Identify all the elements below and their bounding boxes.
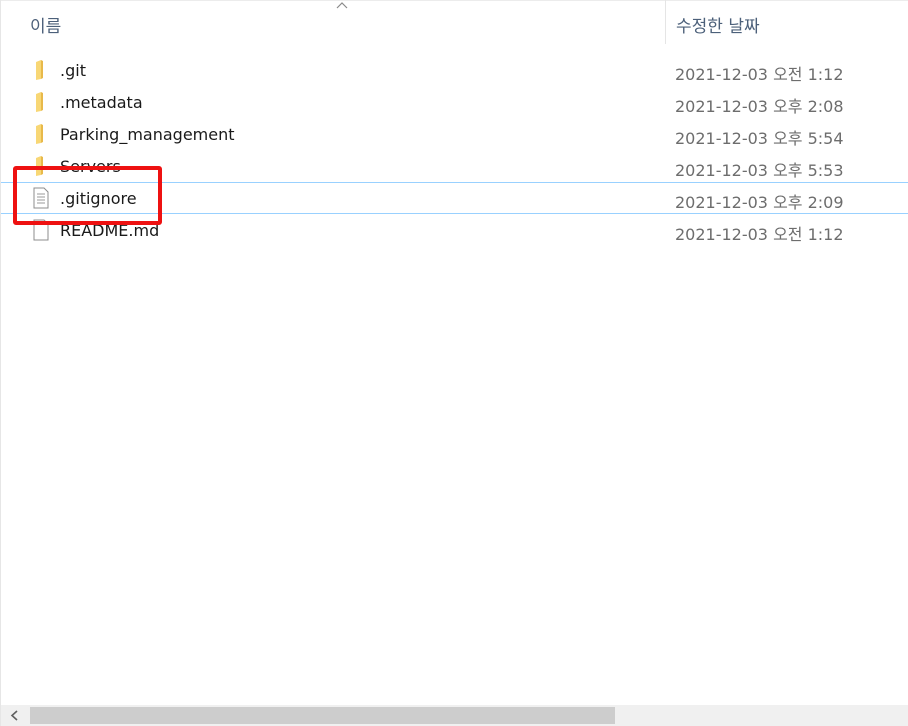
scrollbar-thumb[interactable] <box>30 707 615 724</box>
file-date: 2021-12-03 오후 5:53 <box>675 161 844 180</box>
text-file-icon <box>33 187 49 209</box>
file-date: 2021-12-03 오후 2:08 <box>675 97 844 116</box>
column-header-name[interactable]: 이름 <box>1 0 665 44</box>
column-header-bar: 이름 수정한 날짜 <box>1 0 908 44</box>
folder-icon <box>36 92 43 112</box>
file-date: 2021-12-03 오후 2:09 <box>675 193 844 212</box>
file-explorer-window: 이름 수정한 날짜 .git 2021-12-03 오전 1:12 .metad… <box>0 0 908 726</box>
file-row-parking-management[interactable]: Parking_management 2021-12-03 오후 5:54 <box>1 118 908 150</box>
file-row-servers[interactable]: Servers 2021-12-03 오후 5:53 <box>1 150 908 182</box>
file-name: .git <box>60 61 86 80</box>
folder-icon <box>36 124 43 144</box>
file-name: Parking_management <box>60 125 235 144</box>
text-file-icon <box>33 219 49 241</box>
file-row-metadata[interactable]: .metadata 2021-12-03 오후 2:08 <box>1 86 908 118</box>
horizontal-scrollbar[interactable] <box>1 705 908 726</box>
file-name: README.md <box>60 221 160 240</box>
file-date: 2021-12-03 오전 1:12 <box>675 225 844 244</box>
column-header-date-label: 수정한 날짜 <box>676 17 760 37</box>
file-name: .metadata <box>60 93 143 112</box>
chevron-left-icon[interactable] <box>1 705 29 726</box>
file-row-readme[interactable]: README.md 2021-12-03 오전 1:12 <box>1 214 908 246</box>
folder-icon <box>36 60 43 80</box>
column-header-name-label: 이름 <box>30 17 62 37</box>
sort-up-icon <box>336 2 348 9</box>
folder-icon <box>36 156 43 176</box>
file-name: Servers <box>60 157 121 176</box>
file-name: .gitignore <box>60 189 137 208</box>
file-date: 2021-12-03 오후 5:54 <box>675 129 844 148</box>
file-row-gitignore[interactable]: .gitignore 2021-12-03 오후 2:09 <box>1 182 908 214</box>
file-date: 2021-12-03 오전 1:12 <box>675 65 844 84</box>
file-row-git[interactable]: .git 2021-12-03 오전 1:12 <box>1 54 908 86</box>
column-header-date-modified[interactable]: 수정한 날짜 <box>666 0 908 44</box>
